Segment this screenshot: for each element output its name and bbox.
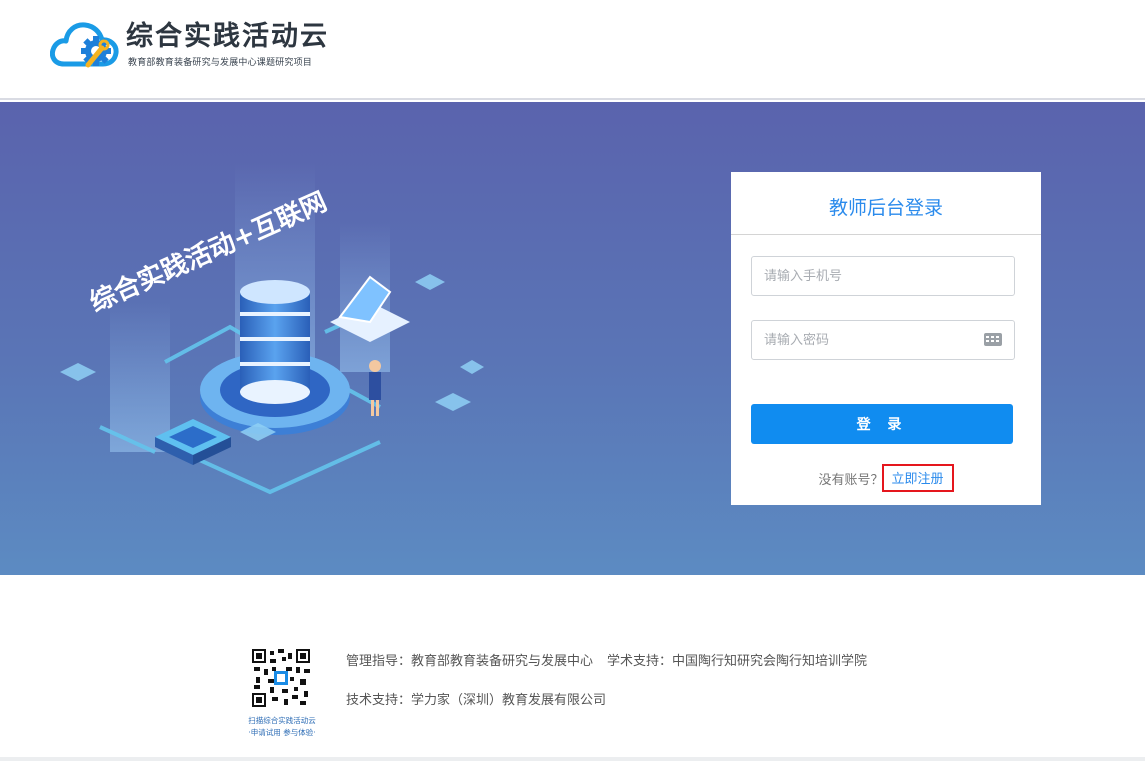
keyboard-icon[interactable] xyxy=(984,333,1002,346)
brand-logo[interactable]: 综合实践活动云 教育部教育装备研究与发展中心课题研究项目 xyxy=(50,18,350,70)
brand-subtitle: 教育部教育装备研究与发展中心课题研究项目 xyxy=(128,58,313,68)
site-footer: 扫描综合实践活动云 ·申请试用 参与体验· 管理指导：教育部教育装备研究与发展中… xyxy=(0,575,1145,761)
login-panel: 教师后台登录 登 录 没有账号？立即注册 xyxy=(731,172,1041,505)
brand-title: 综合实践活动云 xyxy=(126,21,329,52)
tech-label: 技术支持： xyxy=(346,693,412,708)
login-button[interactable]: 登 录 xyxy=(751,404,1013,444)
register-row: 没有账号？ 立即注册 xyxy=(731,464,1041,492)
footer-tech-line: 技术支持：学力家（深圳）教育发展有限公司 xyxy=(346,689,606,708)
login-title: 教师后台登录 xyxy=(731,172,1041,235)
phone-field[interactable] xyxy=(751,256,1015,296)
qr-code-icon xyxy=(252,649,310,707)
footer-credits-line: 管理指导：教育部教育装备研究与发展中心 学术支持：中国陶行知研究会陶行知培训学院 xyxy=(346,650,867,669)
phone-input[interactable] xyxy=(752,257,972,295)
qr-block: 扫描综合实践活动云 ·申请试用 参与体验· xyxy=(238,647,326,743)
tech-value: 学力家（深圳）教育发展有限公司 xyxy=(411,693,607,708)
cloud-gear-logo-icon xyxy=(50,22,119,68)
academic-value: 中国陶行知研究会陶行知培训学院 xyxy=(672,654,868,669)
guidance-label: 管理指导： xyxy=(346,654,412,669)
academic-label: 学术支持： xyxy=(607,654,673,669)
guidance-value: 教育部教育装备研究与发展中心 xyxy=(411,654,594,669)
password-field[interactable] xyxy=(751,320,1015,360)
site-header: 综合实践活动云 教育部教育装备研究与发展中心课题研究项目 xyxy=(0,0,1145,100)
no-account-text: 没有账号？ xyxy=(818,472,884,488)
register-link[interactable]: 立即注册 xyxy=(881,464,954,492)
footer-divider xyxy=(0,757,1145,761)
isometric-server-illustration: 综合实践活动+互联网 xyxy=(60,162,484,495)
qr-caption-secondary: ·申请试用 参与体验· xyxy=(248,728,316,737)
password-input[interactable] xyxy=(752,321,972,359)
qr-caption: 扫描综合实践活动云 xyxy=(248,716,316,725)
